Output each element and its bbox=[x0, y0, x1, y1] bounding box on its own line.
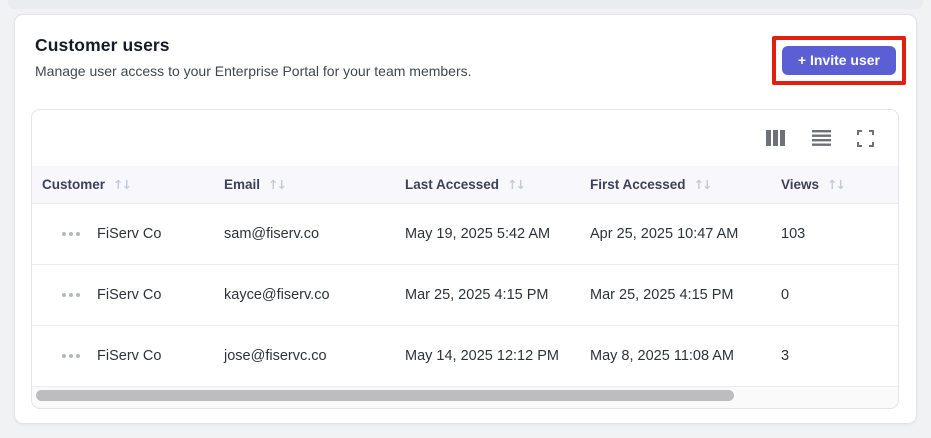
table-row: FiServ Co sam@fiserv.co May 19, 2025 5:4… bbox=[32, 204, 898, 265]
cell-customer: FiServ Co bbox=[97, 226, 162, 242]
customer-users-card: Customer users Manage user access to you… bbox=[14, 14, 917, 424]
column-header-customer[interactable]: Customer ↑↓ bbox=[32, 177, 214, 192]
cell-customer: FiServ Co bbox=[97, 348, 162, 364]
cell-last-accessed: Mar 25, 2025 4:15 PM bbox=[405, 287, 549, 303]
table-row: FiServ Co kayce@fiserv.co Mar 25, 2025 4… bbox=[32, 265, 898, 326]
sort-icon: ↑↓ bbox=[693, 177, 713, 192]
table-footer bbox=[32, 387, 898, 408]
cell-first-accessed: May 8, 2025 11:08 AM bbox=[590, 348, 735, 364]
cell-customer: FiServ Co bbox=[97, 287, 162, 303]
column-header-views[interactable]: Views ↑↓ bbox=[771, 177, 898, 192]
cell-email: kayce@fiserv.co bbox=[224, 287, 330, 303]
row-actions-menu-icon[interactable] bbox=[62, 291, 80, 299]
cell-views: 3 bbox=[781, 348, 790, 364]
table-row: FiServ Co jose@fiservc.co May 14, 2025 1… bbox=[32, 326, 898, 387]
column-header-email[interactable]: Email ↑↓ bbox=[214, 177, 395, 192]
column-header-last-accessed[interactable]: Last Accessed ↑↓ bbox=[395, 177, 580, 192]
columns-icon[interactable] bbox=[764, 128, 788, 148]
row-actions-menu-icon[interactable] bbox=[62, 230, 80, 238]
sort-icon: ↑↓ bbox=[507, 177, 526, 192]
table-header-row: Customer ↑↓ Email ↑↓ Last Accessed ↑↓ Fi… bbox=[32, 166, 898, 204]
table-toolbar bbox=[32, 110, 898, 166]
cell-first-accessed: Mar 25, 2025 4:15 PM bbox=[590, 287, 734, 303]
cell-last-accessed: May 14, 2025 12:12 PM bbox=[405, 348, 559, 364]
fullscreen-icon[interactable] bbox=[855, 128, 876, 149]
cell-first-accessed: Apr 25, 2025 10:47 AM bbox=[590, 226, 739, 242]
cell-last-accessed: May 19, 2025 5:42 AM bbox=[405, 226, 551, 242]
horizontal-scrollbar-thumb[interactable] bbox=[36, 390, 735, 401]
cell-email: sam@fiserv.co bbox=[224, 226, 320, 242]
page-subtitle: Manage user access to your Enterprise Po… bbox=[35, 63, 472, 79]
sort-icon: ↑↓ bbox=[268, 177, 287, 192]
annotation-highlight: + Invite user bbox=[771, 36, 906, 85]
cell-email: jose@fiservc.co bbox=[224, 348, 327, 364]
invite-user-button[interactable]: + Invite user bbox=[781, 46, 896, 75]
sort-icon: ↑↓ bbox=[827, 177, 846, 192]
card-header: Customer users Manage user access to you… bbox=[15, 15, 916, 107]
cell-views: 103 bbox=[781, 226, 806, 242]
row-actions-menu-icon[interactable] bbox=[62, 352, 80, 360]
users-table: Customer ↑↓ Email ↑↓ Last Accessed ↑↓ Fi… bbox=[31, 109, 899, 409]
sort-icon: ↑↓ bbox=[113, 177, 132, 192]
horizontal-scrollbar-track bbox=[34, 390, 896, 402]
column-header-first-accessed[interactable]: First Accessed ↑↓ bbox=[580, 177, 771, 192]
cell-views: 0 bbox=[781, 287, 790, 303]
row-density-icon[interactable] bbox=[810, 128, 833, 148]
page-title: Customer users bbox=[35, 35, 170, 55]
top-card-divider bbox=[8, 0, 923, 9]
